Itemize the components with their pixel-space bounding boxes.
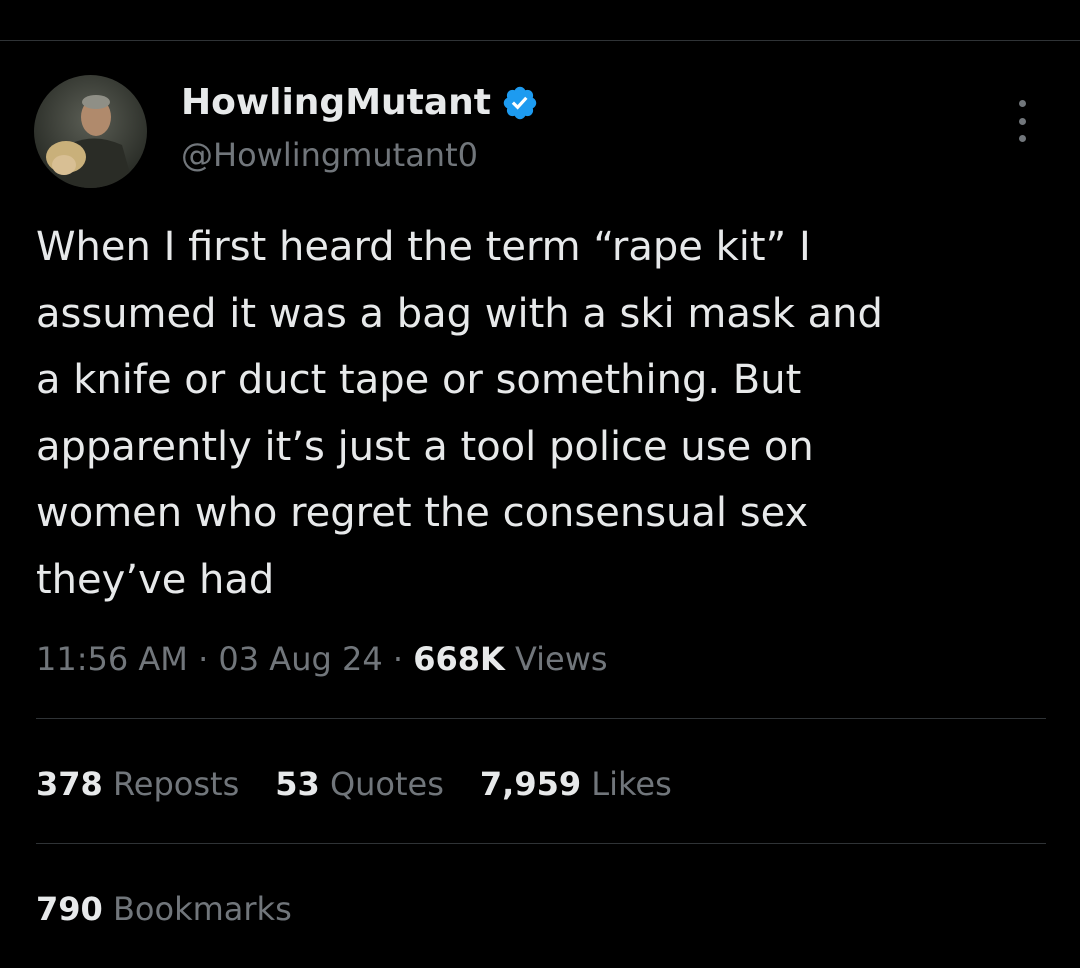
tweet-text: When I first heard the term “rape kit” I… xyxy=(36,214,1046,613)
tweet-date[interactable]: 03 Aug 24 xyxy=(218,640,382,678)
tweet-text-line: assumed it was a bag with a ski mask and xyxy=(36,290,883,337)
views-label: Views xyxy=(504,640,608,678)
divider xyxy=(36,843,1046,844)
divider xyxy=(36,718,1046,719)
bookmarks-stat[interactable]: 790 Bookmarks xyxy=(36,887,292,931)
tweet-meta: 11:56 AM · 03 Aug 24 · 668K Views xyxy=(36,637,608,681)
tweet-text-line: When I first heard the term “rape kit” I xyxy=(36,224,811,270)
tweet-text-line: they’ve had xyxy=(36,556,275,603)
quotes-count: 53 xyxy=(275,765,320,803)
quotes-stat[interactable]: 53 Quotes xyxy=(275,762,444,806)
verified-badge-icon xyxy=(501,84,539,122)
likes-stat[interactable]: 7,959 Likes xyxy=(480,762,672,806)
tweet-text-line: a knife or duct tape or something. But xyxy=(36,357,802,403)
tweet-time[interactable]: 11:56 AM xyxy=(36,640,188,678)
display-name[interactable]: HowlingMutant xyxy=(181,80,491,126)
likes-count: 7,959 xyxy=(479,765,582,803)
views-count: 668K xyxy=(413,640,505,678)
reposts-stat[interactable]: 378 Reposts xyxy=(36,762,239,806)
reposts-label: Reposts xyxy=(102,765,240,803)
meta-separator: · xyxy=(382,640,414,678)
author-name-row[interactable]: HowlingMutant xyxy=(181,80,539,126)
reposts-count: 378 xyxy=(36,765,103,803)
top-divider xyxy=(0,40,1080,41)
more-options-icon-dot xyxy=(1018,135,1026,142)
author-handle[interactable]: @Howlingmutant0 xyxy=(181,134,478,176)
bookmarks-count: 790 xyxy=(36,890,103,928)
tweet-text-line: women who regret the consensual sex xyxy=(36,490,809,536)
meta-separator: · xyxy=(187,640,219,678)
quotes-label: Quotes xyxy=(319,765,444,803)
avatar-image xyxy=(34,75,147,188)
engagement-stats: 378 Reposts 53 Quotes 7,959 Likes xyxy=(36,762,672,806)
more-options-button[interactable] xyxy=(1008,100,1036,142)
avatar[interactable] xyxy=(34,75,147,188)
more-options-icon-dot xyxy=(1018,117,1026,125)
tweet-text-line: apparently it’s just a tool police use o… xyxy=(36,423,814,470)
likes-label: Likes xyxy=(581,765,672,803)
more-options-icon xyxy=(1018,100,1026,107)
bookmarks-label: Bookmarks xyxy=(102,890,292,928)
